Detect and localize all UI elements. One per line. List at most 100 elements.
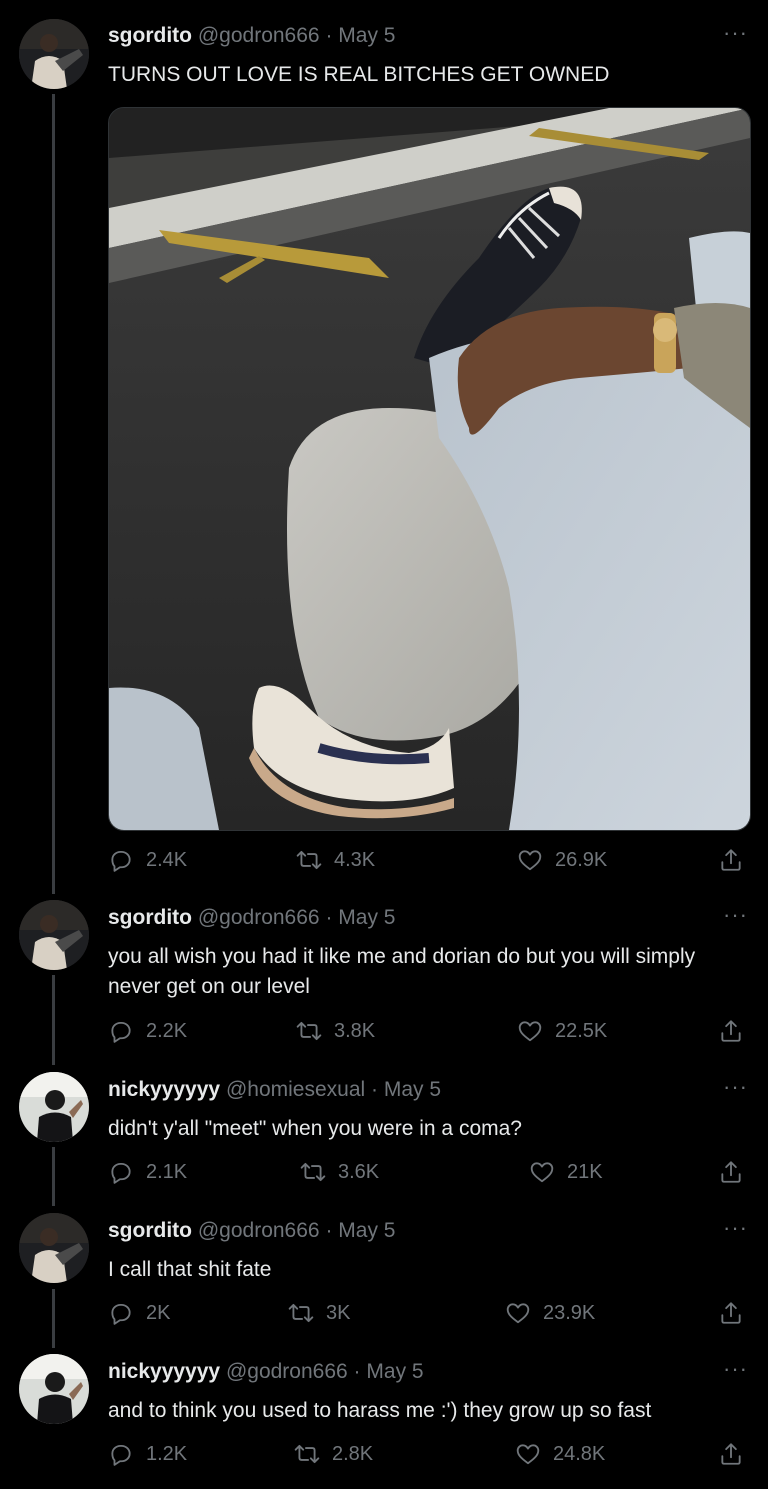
tweet[interactable]: sgordito @godron666 · May 5 ··· you all … xyxy=(0,890,768,1055)
avatar-image xyxy=(19,1213,89,1283)
avatar-image xyxy=(19,900,89,970)
more-icon[interactable]: ··· xyxy=(723,20,748,46)
retweet-button[interactable]: 3K xyxy=(288,1300,350,1326)
tweet-header: sgordito @godron666 · May 5 xyxy=(108,906,395,930)
more-icon[interactable]: ··· xyxy=(723,1356,748,1382)
reply-count: 2.2K xyxy=(146,1019,188,1042)
author-handle[interactable]: @godron666 xyxy=(198,24,320,47)
author-name[interactable]: nickyyyyyy xyxy=(108,1078,220,1101)
share-icon xyxy=(721,1443,741,1465)
reply-button[interactable]: 1.2K xyxy=(108,1441,187,1467)
author-name[interactable]: nickyyyyyy xyxy=(108,1360,220,1383)
tweet-date[interactable]: May 5 xyxy=(366,1360,423,1383)
retweet-button[interactable]: 4.3K xyxy=(296,847,375,873)
retweet-icon xyxy=(288,1303,314,1323)
share-button[interactable] xyxy=(718,1018,744,1050)
like-count: 24.8K xyxy=(553,1442,606,1465)
heart-icon xyxy=(516,1444,540,1465)
share-icon xyxy=(721,1020,741,1042)
retweet-count: 4.3K xyxy=(334,848,376,871)
share-icon xyxy=(721,849,741,871)
reply-count: 1.2K xyxy=(146,1442,188,1465)
tweet-actions: 1.2K 2.8K 24.8K xyxy=(108,1441,748,1471)
avatar-image xyxy=(19,19,89,89)
share-button[interactable] xyxy=(718,1441,744,1473)
heart-icon xyxy=(518,1021,542,1042)
tweet-text: TURNS OUT LOVE IS REAL BITCHES GET OWNED xyxy=(108,63,610,86)
tweet-text: didn't y'all "meet" when you were in a c… xyxy=(108,1117,522,1140)
tweet-date[interactable]: May 5 xyxy=(384,1078,441,1101)
share-icon xyxy=(721,1302,741,1324)
separator: · xyxy=(325,1219,333,1242)
like-button[interactable]: 23.9K xyxy=(505,1300,595,1326)
retweet-icon xyxy=(296,850,322,870)
retweet-button[interactable]: 3.8K xyxy=(296,1018,375,1044)
reply-button[interactable]: 2K xyxy=(108,1300,170,1326)
reply-button[interactable]: 2.1K xyxy=(108,1159,187,1185)
tweet-header: nickyyyyyy @godron666 · May 5 xyxy=(108,1360,424,1384)
tweet[interactable]: sgordito @godron666 · May 5 ··· I call t… xyxy=(0,1203,768,1343)
like-button[interactable]: 21K xyxy=(529,1159,603,1185)
heart-icon xyxy=(518,850,542,871)
tweet-header: nickyyyyyy @homiesexual · May 5 xyxy=(108,1078,441,1102)
reply-icon xyxy=(111,1444,131,1466)
tweet[interactable]: nickyyyyyy @godron666 · May 5 ··· and to… xyxy=(0,1344,768,1489)
tweet-date[interactable]: May 5 xyxy=(338,1219,395,1242)
reply-count: 2.4K xyxy=(146,848,188,871)
author-handle[interactable]: @godron666 xyxy=(226,1360,348,1383)
avatar[interactable] xyxy=(19,1354,89,1424)
author-handle[interactable]: @godron666 xyxy=(198,1219,320,1242)
tweet-actions: 2.2K 3.8K 22.5K xyxy=(108,1018,748,1048)
reply-icon xyxy=(111,1021,131,1043)
retweet-count: 3.6K xyxy=(338,1160,380,1183)
reply-count: 2.1K xyxy=(146,1160,188,1183)
author-handle[interactable]: @godron666 xyxy=(198,906,320,929)
author-name[interactable]: sgordito xyxy=(108,24,192,47)
retweet-icon xyxy=(296,1021,322,1041)
tweet-header: sgordito @godron666 · May 5 xyxy=(108,24,395,48)
retweet-icon xyxy=(294,1444,320,1464)
tweet[interactable]: nickyyyyyy @homiesexual · May 5 ··· didn… xyxy=(0,1062,768,1202)
reply-icon xyxy=(111,1162,131,1184)
like-count: 23.9K xyxy=(543,1301,596,1324)
retweet-button[interactable]: 3.6K xyxy=(300,1159,379,1185)
retweet-button[interactable]: 2.8K xyxy=(294,1441,373,1467)
tweet-actions: 2.1K 3.6K 21K xyxy=(108,1159,748,1189)
tweet-text: you all wish you had it like me and dori… xyxy=(108,945,696,998)
reply-icon xyxy=(111,850,131,872)
author-name[interactable]: sgordito xyxy=(108,1219,192,1242)
tweet[interactable]: sgordito @godron666 · May 5 ··· TURNS OU… xyxy=(0,0,768,890)
tweet-date[interactable]: May 5 xyxy=(338,24,395,47)
more-icon[interactable]: ··· xyxy=(723,902,748,928)
reply-icon xyxy=(111,1303,131,1325)
share-button[interactable] xyxy=(718,1159,744,1191)
tweet-photo[interactable] xyxy=(108,107,751,831)
like-button[interactable]: 26.9K xyxy=(517,847,607,873)
tweet-text: I call that shit fate xyxy=(108,1258,272,1281)
reply-button[interactable]: 2.2K xyxy=(108,1018,187,1044)
heart-icon xyxy=(506,1303,530,1324)
tweet-date[interactable]: May 5 xyxy=(338,906,395,929)
tweet-header: sgordito @godron666 · May 5 xyxy=(108,1219,395,1243)
author-handle[interactable]: @homiesexual xyxy=(226,1078,365,1101)
like-count: 21K xyxy=(567,1160,603,1183)
separator: · xyxy=(371,1078,379,1101)
retweet-icon xyxy=(300,1162,326,1182)
retweet-count: 3K xyxy=(326,1301,351,1324)
retweet-count: 2.8K xyxy=(332,1442,374,1465)
separator: · xyxy=(325,906,333,929)
author-name[interactable]: sgordito xyxy=(108,906,192,929)
share-button[interactable] xyxy=(718,1300,744,1332)
avatar[interactable] xyxy=(19,1213,89,1283)
share-button[interactable] xyxy=(718,847,744,879)
like-button[interactable]: 22.5K xyxy=(517,1018,607,1044)
reply-button[interactable]: 2.4K xyxy=(108,847,187,873)
avatar[interactable] xyxy=(19,19,89,89)
like-button[interactable]: 24.8K xyxy=(515,1441,605,1467)
photo-image xyxy=(109,108,750,830)
avatar[interactable] xyxy=(19,1072,89,1142)
like-count: 26.9K xyxy=(555,848,608,871)
more-icon[interactable]: ··· xyxy=(723,1215,748,1241)
more-icon[interactable]: ··· xyxy=(723,1074,748,1100)
avatar[interactable] xyxy=(19,900,89,970)
